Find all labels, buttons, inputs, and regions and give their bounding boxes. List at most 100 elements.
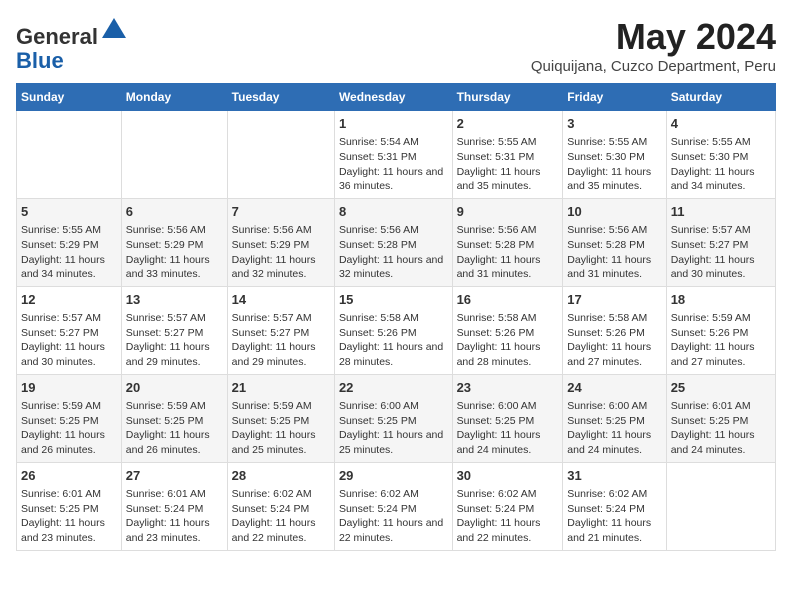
day-info: Sunrise: 5:59 AM Sunset: 5:26 PM Dayligh… <box>671 311 771 370</box>
day-number: 4 <box>671 115 771 133</box>
day-number: 10 <box>567 203 661 221</box>
day-number: 24 <box>567 379 661 397</box>
day-info: Sunrise: 5:56 AM Sunset: 5:28 PM Dayligh… <box>567 223 661 282</box>
day-info: Sunrise: 5:56 AM Sunset: 5:29 PM Dayligh… <box>126 223 223 282</box>
day-cell: 14 Sunrise: 5:57 AM Sunset: 5:27 PM Dayli… <box>227 286 334 374</box>
day-number: 18 <box>671 291 771 309</box>
day-info: Sunrise: 5:57 AM Sunset: 5:27 PM Dayligh… <box>671 223 771 282</box>
col-header-sunday: Sunday <box>17 84 122 111</box>
day-cell: 21 Sunrise: 5:59 AM Sunset: 5:25 PM Dayli… <box>227 374 334 462</box>
day-info: Sunrise: 5:56 AM Sunset: 5:28 PM Dayligh… <box>457 223 559 282</box>
calendar-header-row: SundayMondayTuesdayWednesdayThursdayFrid… <box>17 84 776 111</box>
day-info: Sunrise: 5:55 AM Sunset: 5:30 PM Dayligh… <box>671 135 771 194</box>
day-cell <box>17 111 122 199</box>
day-cell: 30 Sunrise: 6:02 AM Sunset: 5:24 PM Dayli… <box>452 462 563 550</box>
day-cell: 16 Sunrise: 5:58 AM Sunset: 5:26 PM Dayli… <box>452 286 563 374</box>
day-number: 27 <box>126 467 223 485</box>
day-number: 17 <box>567 291 661 309</box>
day-info: Sunrise: 6:01 AM Sunset: 5:25 PM Dayligh… <box>671 399 771 458</box>
day-cell: 20Sunrise: 5:59 AM Sunset: 5:25 PM Dayli… <box>121 374 227 462</box>
day-info: Sunrise: 5:57 AM Sunset: 5:27 PM Dayligh… <box>126 311 223 370</box>
week-row-5: 26 Sunrise: 6:01 AM Sunset: 5:25 PM Dayli… <box>17 462 776 550</box>
day-cell: 25 Sunrise: 6:01 AM Sunset: 5:25 PM Dayli… <box>666 374 775 462</box>
day-info: Sunrise: 6:00 AM Sunset: 5:25 PM Dayligh… <box>567 399 661 458</box>
day-cell: 18 Sunrise: 5:59 AM Sunset: 5:26 PM Dayli… <box>666 286 775 374</box>
day-cell: 7Sunrise: 5:56 AM Sunset: 5:29 PM Daylig… <box>227 198 334 286</box>
day-number: 16 <box>457 291 559 309</box>
page-header: General Blue May 2024 Quiquijana, Cuzco … <box>16 16 776 75</box>
day-number: 5 <box>21 203 117 221</box>
day-cell: 8 Sunrise: 5:56 AM Sunset: 5:28 PM Daylig… <box>334 198 452 286</box>
day-cell: 22Sunrise: 6:00 AM Sunset: 5:25 PM Dayli… <box>334 374 452 462</box>
subtitle: Quiquijana, Cuzco Department, Peru <box>531 58 776 75</box>
day-cell: 9 Sunrise: 5:56 AM Sunset: 5:28 PM Daylig… <box>452 198 563 286</box>
day-info: Sunrise: 6:02 AM Sunset: 5:24 PM Dayligh… <box>457 487 559 546</box>
day-info: Sunrise: 6:01 AM Sunset: 5:25 PM Dayligh… <box>21 487 117 546</box>
day-info: Sunrise: 5:58 AM Sunset: 5:26 PM Dayligh… <box>339 311 448 370</box>
day-number: 9 <box>457 203 559 221</box>
day-info: Sunrise: 5:57 AM Sunset: 5:27 PM Dayligh… <box>232 311 330 370</box>
day-cell: 31 Sunrise: 6:02 AM Sunset: 5:24 PM Dayli… <box>563 462 666 550</box>
day-cell: 10 Sunrise: 5:56 AM Sunset: 5:28 PM Dayli… <box>563 198 666 286</box>
day-cell: 1Sunrise: 5:54 AM Sunset: 5:31 PM Daylig… <box>334 111 452 199</box>
day-cell: 27 Sunrise: 6:01 AM Sunset: 5:24 PM Dayli… <box>121 462 227 550</box>
day-number: 15 <box>339 291 448 309</box>
day-number: 26 <box>21 467 117 485</box>
day-cell: 17 Sunrise: 5:58 AM Sunset: 5:26 PM Dayli… <box>563 286 666 374</box>
day-cell: 12Sunrise: 5:57 AM Sunset: 5:27 PM Dayli… <box>17 286 122 374</box>
day-number: 28 <box>232 467 330 485</box>
day-cell: 23 Sunrise: 6:00 AM Sunset: 5:25 PM Dayli… <box>452 374 563 462</box>
calendar-table: SundayMondayTuesdayWednesdayThursdayFrid… <box>16 83 776 551</box>
day-info: Sunrise: 6:01 AM Sunset: 5:24 PM Dayligh… <box>126 487 223 546</box>
day-cell: 26 Sunrise: 6:01 AM Sunset: 5:25 PM Dayli… <box>17 462 122 550</box>
logo-blue-text: Blue <box>16 48 64 73</box>
col-header-monday: Monday <box>121 84 227 111</box>
day-number: 8 <box>339 203 448 221</box>
day-info: Sunrise: 6:00 AM Sunset: 5:25 PM Dayligh… <box>339 399 448 458</box>
day-number: 3 <box>567 115 661 133</box>
day-cell: 6 Sunrise: 5:56 AM Sunset: 5:29 PM Daylig… <box>121 198 227 286</box>
day-cell: 3Sunrise: 5:55 AM Sunset: 5:30 PM Daylig… <box>563 111 666 199</box>
day-info: Sunrise: 5:55 AM Sunset: 5:29 PM Dayligh… <box>21 223 117 282</box>
day-info: Sunrise: 5:54 AM Sunset: 5:31 PM Dayligh… <box>339 135 448 194</box>
day-info: Sunrise: 6:02 AM Sunset: 5:24 PM Dayligh… <box>567 487 661 546</box>
day-cell: 15 Sunrise: 5:58 AM Sunset: 5:26 PM Dayli… <box>334 286 452 374</box>
week-row-2: 5 Sunrise: 5:55 AM Sunset: 5:29 PM Daylig… <box>17 198 776 286</box>
week-row-1: 1Sunrise: 5:54 AM Sunset: 5:31 PM Daylig… <box>17 111 776 199</box>
day-number: 21 <box>232 379 330 397</box>
day-cell: 11 Sunrise: 5:57 AM Sunset: 5:27 PM Dayli… <box>666 198 775 286</box>
day-number: 11 <box>671 203 771 221</box>
day-cell: 19Sunrise: 5:59 AM Sunset: 5:25 PM Dayli… <box>17 374 122 462</box>
day-cell <box>666 462 775 550</box>
col-header-saturday: Saturday <box>666 84 775 111</box>
col-header-tuesday: Tuesday <box>227 84 334 111</box>
day-number: 30 <box>457 467 559 485</box>
day-cell: 4 Sunrise: 5:55 AM Sunset: 5:30 PM Daylig… <box>666 111 775 199</box>
week-row-3: 12 Sunrise: 5:57 AM Sunset: 5:27 PM Dayli… <box>17 286 776 374</box>
day-info: Sunrise: 6:02 AM Sunset: 5:24 PM Dayligh… <box>339 487 448 546</box>
day-info: Sunrise: 5:56 AM Sunset: 5:28 PM Dayligh… <box>339 223 448 282</box>
day-info: Sunrise: 5:58 AM Sunset: 5:26 PM Dayligh… <box>457 311 559 370</box>
week-row-4: 19Sunrise: 5:59 AM Sunset: 5:25 PM Dayli… <box>17 374 776 462</box>
day-number: 31 <box>567 467 661 485</box>
day-info: Sunrise: 5:59 AM Sunset: 5:25 PM Dayligh… <box>232 399 330 458</box>
day-number: 6 <box>126 203 223 221</box>
day-number: 23 <box>457 379 559 397</box>
day-number: 25 <box>671 379 771 397</box>
col-header-thursday: Thursday <box>452 84 563 111</box>
day-number: 20 <box>126 379 223 397</box>
day-info: Sunrise: 5:59 AM Sunset: 5:25 PM Dayligh… <box>21 399 117 458</box>
day-cell: 29 Sunrise: 6:02 AM Sunset: 5:24 PM Dayli… <box>334 462 452 550</box>
day-number: 29 <box>339 467 448 485</box>
main-title: May 2024 <box>531 16 776 58</box>
col-header-friday: Friday <box>563 84 666 111</box>
day-cell <box>227 111 334 199</box>
day-cell: 5 Sunrise: 5:55 AM Sunset: 5:29 PM Daylig… <box>17 198 122 286</box>
logo: General Blue <box>16 16 128 73</box>
day-number: 12 <box>21 291 117 309</box>
day-info: Sunrise: 6:00 AM Sunset: 5:25 PM Dayligh… <box>457 399 559 458</box>
day-number: 14 <box>232 291 330 309</box>
day-cell: 28Sunrise: 6:02 AM Sunset: 5:24 PM Dayli… <box>227 462 334 550</box>
day-info: Sunrise: 5:58 AM Sunset: 5:26 PM Dayligh… <box>567 311 661 370</box>
day-cell: 24 Sunrise: 6:00 AM Sunset: 5:25 PM Dayli… <box>563 374 666 462</box>
